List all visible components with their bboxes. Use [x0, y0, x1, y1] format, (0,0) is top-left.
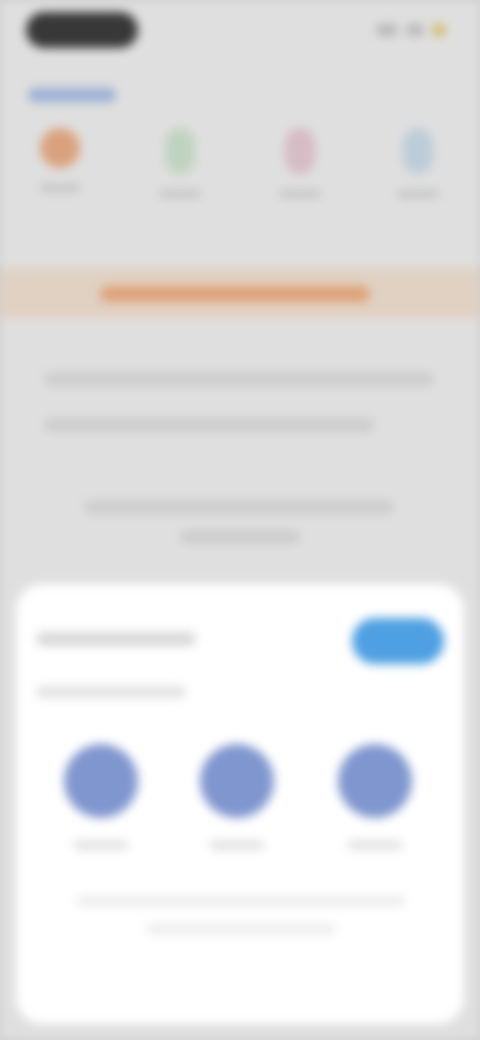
share-target[interactable] [192, 744, 282, 850]
share-target-label [73, 840, 129, 850]
sheet-subtitle [36, 686, 186, 698]
share-target-icon [64, 744, 138, 818]
sheet-header [36, 612, 444, 672]
share-target-label [209, 840, 265, 850]
share-target-icon [200, 744, 274, 818]
sheet-action-button[interactable] [352, 618, 444, 664]
sheet-footer-text-line [146, 924, 336, 934]
share-targets [16, 744, 464, 874]
share-target-label [347, 840, 403, 850]
share-target[interactable] [56, 744, 146, 850]
share-target-icon [338, 744, 412, 818]
app-screen [0, 0, 480, 1040]
share-target[interactable] [330, 744, 420, 850]
sheet-title [36, 632, 196, 646]
sheet-footer-text [76, 896, 406, 906]
share-sheet [16, 584, 464, 1024]
